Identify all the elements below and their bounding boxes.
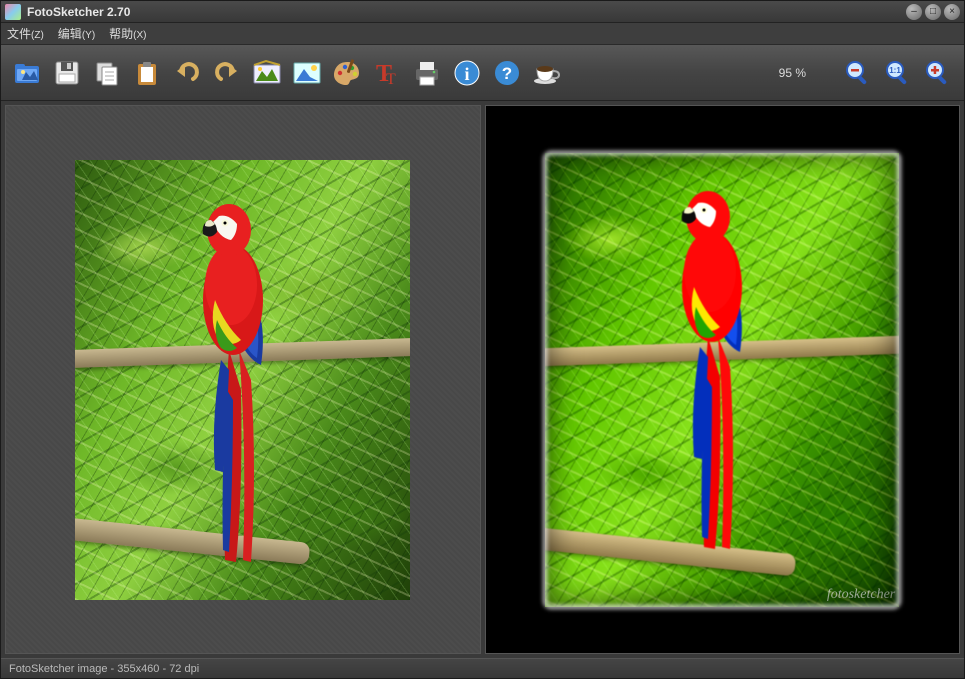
redo-button[interactable] [209,55,245,91]
source-image [75,160,410,600]
retouch-button[interactable] [289,55,325,91]
menu-edit[interactable]: 编辑(Y) [58,25,95,42]
open-folder-icon [12,58,42,88]
zoom-out-button[interactable] [840,55,876,91]
copy-button[interactable] [89,55,125,91]
parrot-illustration-painted [660,177,770,557]
maximize-button[interactable]: □ [925,4,941,20]
output-image-panel[interactable]: fotosketcher [485,105,961,654]
window-controls: – □ × [906,4,960,20]
parrot-illustration [181,190,291,570]
paste-icon [133,59,161,87]
zoom-fit-icon: 1:1 [883,58,913,88]
svg-text:?: ? [502,64,512,83]
statusbar: FotoSketcher image - 355x460 - 72 dpi [1,658,964,678]
coffee-icon [532,59,562,87]
svg-text:T: T [386,71,396,87]
undo-button[interactable] [169,55,205,91]
print-button[interactable] [409,55,445,91]
help-button[interactable]: ? [489,55,525,91]
menu-file-accel: (Z) [31,30,44,41]
parameters-icon [252,59,282,87]
statusbar-text: FotoSketcher image - 355x460 - 72 dpi [9,663,199,675]
menu-edit-accel: (Y) [82,30,95,41]
print-icon [412,59,442,87]
toolbar: T T i ? 95 % [1,45,964,101]
save-button[interactable] [49,55,85,91]
output-image: fotosketcher [537,145,907,615]
menu-help-label: 帮助 [109,27,133,41]
menu-edit-label: 编辑 [58,27,82,41]
workspace: fotosketcher [1,101,964,658]
zoom-level-label: 95 % [779,66,806,80]
help-icon: ? [493,59,521,87]
paste-button[interactable] [129,55,165,91]
info-button[interactable]: i [449,55,485,91]
text-tool-icon: T T [374,59,400,87]
menu-file-label: 文件 [7,27,31,41]
donate-button[interactable] [529,55,565,91]
undo-icon [173,59,201,87]
svg-text:1:1: 1:1 [889,66,901,75]
zoom-fit-button[interactable]: 1:1 [880,55,916,91]
menu-file[interactable]: 文件(Z) [7,25,44,42]
retouch-icon [292,59,322,87]
minimize-button[interactable]: – [906,4,922,20]
source-image-panel[interactable] [5,105,481,654]
text-tool-button[interactable]: T T [369,55,405,91]
redo-icon [213,59,241,87]
titlebar: FotoSketcher 2.70 – □ × [1,1,964,23]
info-icon: i [453,59,481,87]
palette-icon [332,59,362,87]
save-icon [53,59,81,87]
output-watermark: fotosketcher [827,587,895,603]
open-button[interactable] [9,55,45,91]
zoom-out-icon [843,58,873,88]
menu-help-accel: (X) [133,30,146,41]
close-button[interactable]: × [944,4,960,20]
zoom-in-icon [923,58,953,88]
drawing-parameters-button[interactable] [249,55,285,91]
svg-text:i: i [464,64,469,84]
menu-help[interactable]: 帮助(X) [109,25,146,42]
zoom-in-button[interactable] [920,55,956,91]
palette-button[interactable] [329,55,365,91]
menubar: 文件(Z) 编辑(Y) 帮助(X) [1,23,964,45]
app-icon [5,4,21,20]
copy-icon [93,59,121,87]
window-title: FotoSketcher 2.70 [27,5,906,19]
